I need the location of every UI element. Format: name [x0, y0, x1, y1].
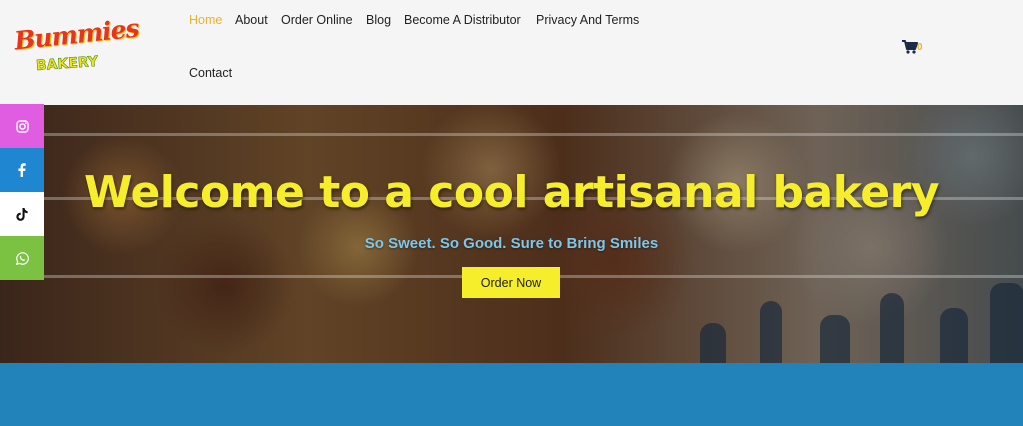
shelf-divider — [0, 133, 1023, 136]
tiktok-icon — [16, 207, 28, 221]
brand-logo[interactable]: Bummies BAKERY — [12, 12, 140, 82]
nav-blog[interactable]: Blog — [366, 13, 391, 27]
whatsapp-icon — [15, 251, 29, 265]
facebook-link[interactable] — [0, 148, 44, 192]
nav-become-distributor[interactable]: Become A Distributor — [404, 13, 521, 27]
nav-home[interactable]: Home — [189, 13, 222, 27]
decor-drip — [880, 293, 904, 363]
facebook-icon — [18, 163, 26, 177]
hero-banner: Welcome to a cool artisanal bakery So Sw… — [0, 105, 1023, 363]
instagram-link[interactable] — [0, 104, 44, 148]
hero-title: Welcome to a cool artisanal bakery — [83, 167, 940, 218]
tiktok-link[interactable] — [0, 192, 44, 236]
nav-about[interactable]: About — [235, 13, 268, 27]
nav-contact[interactable]: Contact — [189, 66, 232, 80]
decor-drip — [990, 283, 1023, 363]
nav-privacy-terms[interactable]: Privacy And Terms — [536, 13, 639, 27]
decor-drip — [940, 308, 968, 363]
logo-subtitle: BAKERY — [35, 53, 99, 75]
decor-drip — [760, 301, 782, 363]
blue-section-band — [0, 363, 1023, 426]
nav-order-online[interactable]: Order Online — [281, 13, 353, 27]
instagram-icon — [15, 119, 29, 133]
site-header: Bummies BAKERY Home About Order Online B… — [0, 0, 1023, 105]
cart-button[interactable]: 0 — [902, 38, 932, 58]
order-now-button[interactable]: Order Now — [462, 267, 560, 298]
decor-drip — [820, 315, 850, 363]
cart-count: 0 — [917, 42, 923, 53]
hero-subtitle: So Sweet. So Good. Sure to Bring Smiles — [364, 235, 659, 252]
decor-drip — [700, 323, 726, 363]
whatsapp-link[interactable] — [0, 236, 44, 280]
social-sidebar — [0, 104, 44, 280]
logo-wordmark: Bummies — [12, 13, 140, 56]
cart-icon — [902, 40, 918, 54]
